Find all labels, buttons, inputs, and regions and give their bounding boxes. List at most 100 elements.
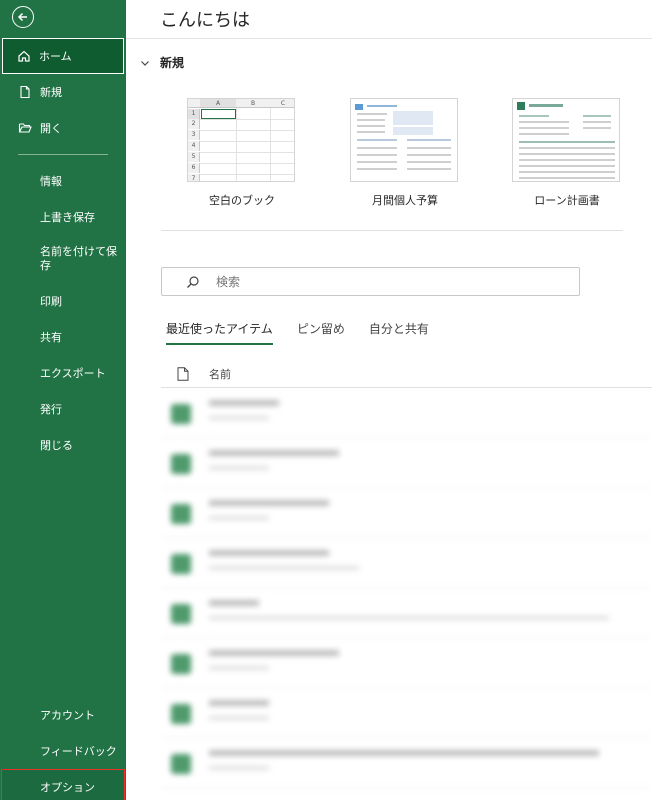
nav-account[interactable]: アカウント [0, 697, 126, 733]
file-name-placeholder [209, 500, 329, 506]
file-name-placeholder [209, 600, 259, 606]
row-number: 5 [188, 152, 200, 162]
home-icon [17, 49, 31, 63]
nav-share[interactable]: 共有 [0, 319, 126, 355]
nav-new[interactable]: 新規 [0, 74, 126, 110]
search-placeholder: 検索 [216, 275, 241, 289]
tab-shared[interactable]: 自分と共有 [369, 320, 429, 345]
list-item[interactable] [161, 388, 652, 438]
section-divider [161, 230, 623, 231]
thumb-line [519, 127, 569, 129]
thumb-line [357, 125, 385, 127]
excel-file-icon [171, 704, 191, 724]
col-header: A [200, 99, 236, 108]
thumb-line [519, 121, 569, 123]
thumb-highlight-block [393, 111, 433, 125]
nav-export[interactable]: エクスポート [0, 355, 126, 391]
nav-account-label: アカウント [40, 709, 95, 722]
nav-home[interactable]: ホーム [2, 38, 124, 74]
thumb-highlight-block [393, 127, 433, 135]
col-header: C [270, 99, 294, 108]
tab-pinned[interactable]: ピン留め [297, 320, 345, 345]
nav-publish[interactable]: 発行 [0, 391, 126, 427]
thumb-line [357, 161, 397, 163]
file-path-placeholder [209, 516, 269, 520]
folder-open-icon [18, 121, 32, 135]
new-section-label: 新規 [160, 56, 185, 70]
loan-planner-thumbnail [512, 98, 620, 182]
blank-workbook-thumbnail: A B C 1 2 3 4 5 6 7 [187, 98, 295, 182]
list-item[interactable] [161, 738, 652, 788]
thumb-line [407, 154, 451, 156]
nav-options[interactable]: オプション [1, 769, 125, 800]
nav-print[interactable]: 印刷 [0, 283, 126, 319]
row-number: 6 [188, 163, 200, 173]
row-number: 1 [188, 109, 200, 119]
row-number: 3 [188, 130, 200, 140]
monthly-budget-thumbnail [350, 98, 458, 182]
row-number: 7 [188, 174, 200, 181]
nav-save-as[interactable]: 名前を付けて保存 [0, 235, 126, 283]
thumb-line [583, 115, 611, 117]
grid-line [270, 108, 271, 181]
grid-line [200, 119, 294, 120]
nav-info-label: 情報 [40, 175, 62, 188]
grid-line [200, 174, 294, 175]
nav-print-label: 印刷 [40, 295, 62, 308]
search-input[interactable]: 検索 [161, 267, 580, 296]
new-section-toggle[interactable]: 新規 [140, 54, 184, 71]
thumb-line [357, 168, 397, 170]
excel-file-icon [171, 504, 191, 524]
nav-feedback-label: フィードバック [40, 745, 117, 758]
list-item[interactable] [161, 488, 652, 538]
thumb-line [519, 147, 615, 149]
grid-line [200, 141, 294, 142]
nav-publish-label: 発行 [40, 403, 62, 416]
nav-close[interactable]: 閉じる [0, 427, 126, 463]
nav-info[interactable]: 情報 [0, 163, 126, 199]
template-label: 空白のブック [209, 194, 275, 207]
thumb-line [519, 171, 615, 173]
grid-line [200, 152, 294, 153]
thumb-line [357, 147, 397, 149]
page-title: こんにちは [160, 10, 250, 31]
template-blank-workbook[interactable]: A B C 1 2 3 4 5 6 7 空白のブック [187, 98, 297, 208]
file-path-placeholder [209, 766, 269, 770]
selected-cell [201, 109, 236, 119]
nav-save-as-label: 名前を付けて保存 [40, 245, 117, 272]
thumb-line [519, 115, 549, 117]
grid-line [200, 130, 294, 131]
chevron-down-icon [141, 60, 149, 66]
tab-recent[interactable]: 最近使ったアイテム [166, 320, 273, 345]
template-monthly-budget[interactable]: 月間個人予算 [350, 98, 460, 208]
list-item[interactable] [161, 688, 652, 738]
thumb-line [357, 154, 397, 156]
thumb-title-bar [529, 104, 563, 107]
col-header: B [236, 99, 270, 108]
backstage-sidebar: ホーム 新規 開く 情報 上書き保存 名前を付けて保存 印刷 共有 エクスポート… [0, 0, 126, 800]
spreadsheet-grid: A B C 1 2 3 4 5 6 7 [188, 99, 294, 181]
corner-cell [188, 99, 200, 108]
template-loan-planner[interactable]: ローン計画書 [512, 98, 622, 208]
thumb-line [407, 161, 451, 163]
nav-feedback[interactable]: フィードバック [0, 733, 126, 769]
nav-save[interactable]: 上書き保存 [0, 199, 126, 235]
list-item[interactable] [161, 438, 652, 488]
list-item[interactable] [161, 588, 652, 638]
budget-chart-icon [355, 104, 363, 110]
grid-line [236, 108, 237, 181]
name-column-header[interactable]: 名前 [209, 366, 231, 382]
thumb-line [519, 133, 569, 135]
thumb-line [519, 177, 615, 179]
file-path-placeholder [209, 416, 269, 420]
list-item[interactable] [161, 538, 652, 588]
file-name-placeholder [209, 400, 279, 406]
file-list-tabs: 最近使ったアイテム ピン留め 自分と共有 [166, 320, 453, 345]
nav-open[interactable]: 開く [0, 110, 126, 146]
file-path-placeholder [209, 716, 269, 720]
nav-home-label: ホーム [39, 50, 72, 63]
thumb-title-bar [367, 105, 397, 107]
back-button[interactable] [12, 6, 34, 28]
list-item[interactable] [161, 638, 652, 688]
file-name-placeholder [209, 650, 339, 656]
